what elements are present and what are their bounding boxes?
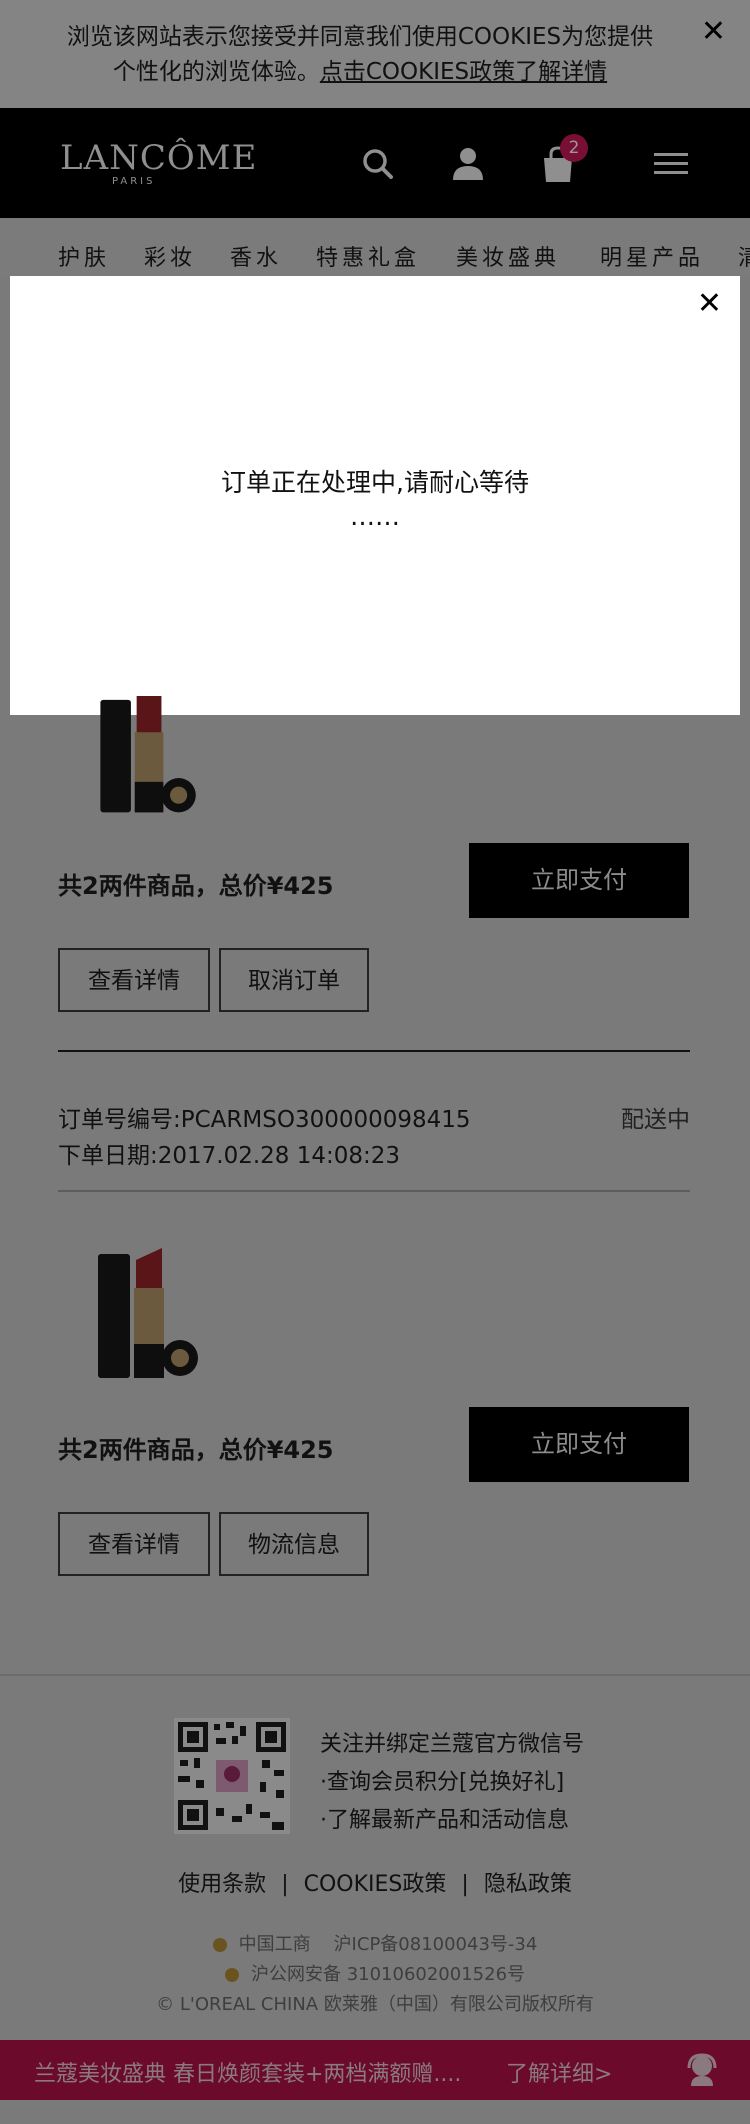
order-total: 共2两件商品，总价¥425 (58, 1436, 334, 1464)
police-badge-icon (224, 1968, 239, 1982)
wechat-follow-title: 关注并绑定兰蔻官方微信号 (320, 1732, 585, 1757)
promo-banner[interactable]: 兰蔻美妆盛典 春日焕颜套装+两档满额赠.... 了解详细> (0, 2040, 750, 2100)
footer-divider (0, 1674, 750, 1676)
pay-now-button[interactable]: 立即支付 (469, 843, 689, 918)
cookie-line-2: 个性化的浏览体验。点击COOKIES政策了解详情 (60, 55, 660, 90)
wechat-benefit-1: ·查询会员积分[兑换好礼] (320, 1770, 565, 1795)
nav-item-makeup[interactable]: 彩妆 (144, 240, 196, 272)
view-details-button[interactable]: 查看详情 (58, 948, 210, 1012)
order-total: 共2两件商品，总价¥425 (58, 872, 334, 900)
nav-item-gift-sets[interactable]: 特惠礼盒 (316, 240, 420, 272)
lipstick-product-image[interactable] (90, 696, 210, 820)
category-nav: 护肤 彩妆 香水 特惠礼盒 美妆盛典 明星产品 清 (0, 218, 750, 278)
promo-learn-more-link[interactable]: 了解详细> (506, 2056, 612, 2088)
promo-text[interactable]: 兰蔻美妆盛典 春日焕颜套装+两档满额赠.... (34, 2056, 461, 2088)
nav-item-fragrance[interactable]: 香水 (230, 240, 282, 272)
nav-item-more[interactable]: 清 (738, 240, 750, 272)
processing-message-line-1: 订单正在处理中,请耐心等待 (221, 468, 529, 497)
link-separator: | (461, 1872, 469, 1897)
copyright: © L'OREAL CHINA 欧莱雅（中国）有限公司版权所有 (156, 1994, 594, 2015)
order-divider (58, 1050, 690, 1052)
cart-count-badge: 2 (560, 134, 588, 162)
cookie-line-2-prefix: 个性化的浏览体验。 (112, 59, 320, 85)
user-icon[interactable] (448, 144, 488, 184)
pay-now-button[interactable]: 立即支付 (469, 1407, 689, 1482)
view-details-button[interactable]: 查看详情 (58, 1512, 210, 1576)
processing-message-line-2: …… (350, 502, 400, 531)
cookie-policy-link[interactable]: 点击COOKIES政策了解详情 (320, 59, 607, 85)
order-header-divider (58, 1190, 690, 1192)
logistics-info-button[interactable]: 物流信息 (219, 1512, 369, 1576)
brand-logo[interactable]: LANCÔME (60, 138, 257, 178)
cookies-policy-link[interactable]: COOKIES政策 (304, 1872, 447, 1897)
brand-logo-sub: PARIS (112, 176, 156, 187)
cancel-order-button[interactable]: 取消订单 (219, 948, 369, 1012)
site-header: LANCÔME PARIS 2 (0, 108, 750, 218)
wechat-qr-code (174, 1718, 290, 1834)
public-security-number[interactable]: 沪公网安备 31010602001526号 (251, 1964, 525, 1985)
processing-dialog: ✕ 订单正在处理中,请耐心等待 …… (10, 276, 740, 715)
cookie-text: 浏览该网站表示您接受并同意我们使用COOKIES为您提供 个性化的浏览体验。点击… (60, 20, 660, 90)
cookie-banner: 浏览该网站表示您接受并同意我们使用COOKIES为您提供 个性化的浏览体验。点击… (0, 0, 750, 108)
hamburger-menu-icon[interactable] (652, 144, 692, 184)
icp-license: 中国工商 沪ICP备08100043号-34 (0, 1930, 750, 1956)
link-separator: | (281, 1872, 289, 1897)
nav-item-star-products[interactable]: 明星产品 (600, 240, 704, 272)
customer-service-icon[interactable] (685, 2052, 719, 2088)
search-icon[interactable] (358, 144, 398, 184)
cookie-close-icon[interactable]: ✕ (701, 14, 726, 49)
processing-message: 订单正在处理中,请耐心等待 …… (10, 466, 740, 534)
order-status: 配送中 (621, 1107, 690, 1133)
dialog-close-icon[interactable]: ✕ (697, 286, 722, 321)
nav-item-beauty-festival[interactable]: 美妆盛典 (456, 240, 560, 272)
order-number: 订单号编号:PCARMSO300000098415 (58, 1107, 471, 1133)
icp-label[interactable]: 中国工商 (239, 1934, 311, 1955)
privacy-policy-link[interactable]: 隐私政策 (484, 1872, 572, 1897)
nav-item-skincare[interactable]: 护肤 (58, 240, 110, 272)
gov-badge-icon (212, 1938, 227, 1952)
terms-of-use-link[interactable]: 使用条款 (178, 1872, 266, 1897)
order-date: 下单日期:2017.02.28 14:08:23 (58, 1143, 401, 1169)
public-security-record: 沪公网安备 31010602001526号 (0, 1960, 750, 1986)
cookie-line-1: 浏览该网站表示您接受并同意我们使用COOKIES为您提供 (66, 24, 654, 50)
legal-links: 使用条款 | COOKIES政策 | 隐私政策 (0, 1866, 750, 1898)
icp-number[interactable]: 沪ICP备08100043号-34 (334, 1934, 538, 1955)
lipstick-product-image[interactable] (90, 1244, 210, 1384)
wechat-benefit-2: ·了解最新产品和活动信息 (320, 1808, 569, 1833)
